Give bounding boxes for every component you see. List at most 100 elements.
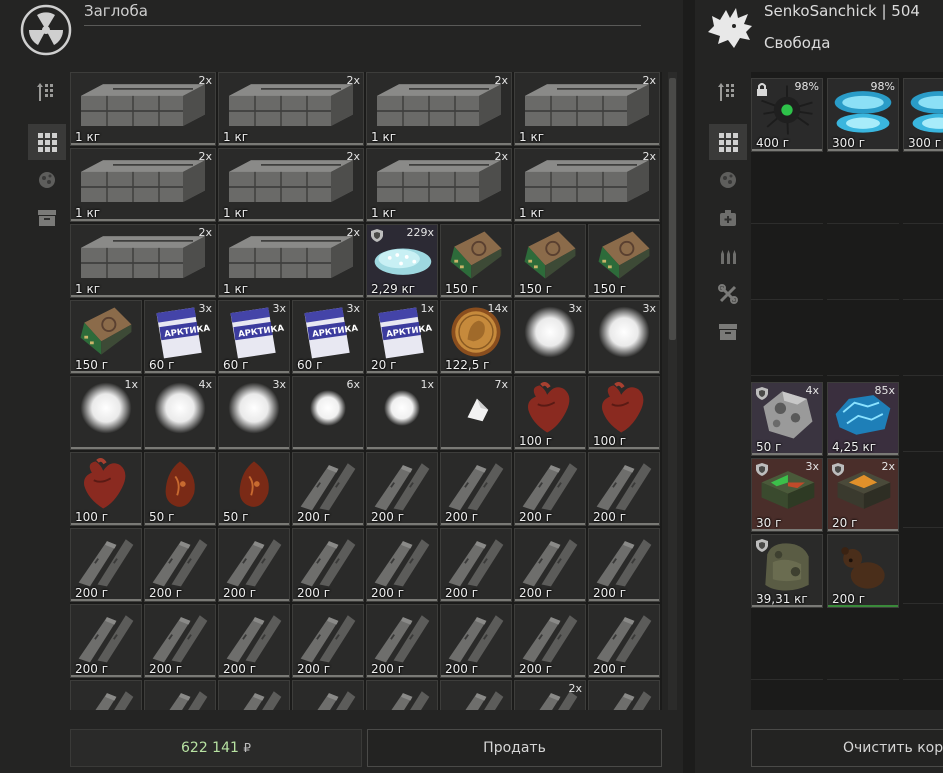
inventory-item[interactable]: 200 г: [440, 452, 512, 526]
inventory-item[interactable]: 2x 1 кг: [70, 148, 216, 222]
inventory-item[interactable]: 2x 1 кг: [514, 148, 660, 222]
inventory-item[interactable]: 4x: [144, 376, 216, 450]
empty-slot[interactable]: [827, 148, 899, 224]
inventory-item[interactable]: 200 г: [366, 528, 438, 602]
cart-item[interactable]: 98% 300 г: [827, 78, 899, 152]
cart-item[interactable]: 200 г: [827, 534, 899, 608]
inventory-item[interactable]: [440, 680, 512, 710]
empty-slot[interactable]: [751, 300, 823, 376]
empty-slot[interactable]: [903, 148, 943, 224]
inventory-item[interactable]: 2x 1 кг: [366, 148, 512, 222]
inventory-item[interactable]: 2x 1 кг: [218, 148, 364, 222]
inventory-item[interactable]: 200 г: [218, 528, 290, 602]
inventory-item[interactable]: 100 г: [70, 452, 142, 526]
inventory-item[interactable]: 2x 1 кг: [366, 72, 512, 146]
empty-slot[interactable]: [827, 604, 899, 680]
inventory-item[interactable]: 200 г: [588, 604, 660, 678]
inventory-item[interactable]: 50 г: [218, 452, 290, 526]
trader-inventory-scrollbar[interactable]: [668, 72, 677, 710]
inventory-item[interactable]: АРКТИКА 3x 60 г: [144, 300, 216, 374]
inventory-item[interactable]: АРКТИКА 3x 60 г: [218, 300, 290, 374]
cart-item[interactable]: 2x 20 г: [827, 458, 899, 532]
inventory-item[interactable]: 50 г: [144, 452, 216, 526]
empty-slot[interactable]: [827, 300, 899, 376]
inventory-item[interactable]: 2x 1 кг: [70, 72, 216, 146]
inventory-item[interactable]: 200 г: [218, 604, 290, 678]
inventory-item[interactable]: 200 г: [70, 528, 142, 602]
inventory-item[interactable]: 1x: [366, 376, 438, 450]
inventory-item[interactable]: 2x 1 кг: [70, 224, 216, 298]
inventory-item[interactable]: 200 г: [292, 452, 364, 526]
grid-view-button[interactable]: [709, 124, 747, 160]
grid-view-button[interactable]: [28, 124, 66, 160]
inventory-item[interactable]: 200 г: [588, 528, 660, 602]
cart-item[interactable]: 300 г: [903, 78, 943, 152]
empty-slot[interactable]: [903, 680, 943, 710]
empty-slot[interactable]: [751, 680, 823, 710]
cart-item[interactable]: 3x 30 г: [751, 458, 823, 532]
inventory-item[interactable]: 150 г: [514, 224, 586, 298]
inventory-item[interactable]: [292, 680, 364, 710]
inventory-item[interactable]: 200 г: [440, 528, 512, 602]
inventory-item[interactable]: 200 г: [70, 680, 142, 710]
clear-cart-button[interactable]: Очистить корзину: [751, 729, 943, 767]
medicine-filter-button[interactable]: [709, 200, 747, 236]
inventory-item[interactable]: 3x: [218, 376, 290, 450]
empty-slot[interactable]: [827, 680, 899, 710]
inventory-item[interactable]: 229x 2,29 кг: [366, 224, 438, 298]
empty-slot[interactable]: [827, 224, 899, 300]
empty-slot[interactable]: [751, 604, 823, 680]
inventory-item[interactable]: 150 г: [440, 224, 512, 298]
inventory-item[interactable]: 2x 1 кг: [218, 224, 364, 298]
inventory-item[interactable]: 200 г: [514, 604, 586, 678]
inventory-item[interactable]: 7x: [440, 376, 512, 450]
inventory-item[interactable]: [366, 680, 438, 710]
sort-button[interactable]: [28, 74, 66, 110]
inventory-item[interactable]: АРКТИКА 1x 20 г: [366, 300, 438, 374]
empty-slot[interactable]: [903, 528, 943, 604]
inventory-item[interactable]: 3x: [588, 300, 660, 374]
cart-item[interactable]: 98% 400 г: [751, 78, 823, 152]
inventory-item[interactable]: 200 г: [514, 452, 586, 526]
inventory-item[interactable]: 200 г: [144, 528, 216, 602]
inventory-item[interactable]: 200 г: [366, 604, 438, 678]
inventory-item[interactable]: 14x 122,5 г: [440, 300, 512, 374]
inventory-item[interactable]: АРКТИКА 3x 60 г: [292, 300, 364, 374]
empty-slot[interactable]: [751, 224, 823, 300]
inventory-item[interactable]: [588, 680, 660, 710]
cart-item[interactable]: 4x 50 г: [751, 382, 823, 456]
inventory-item[interactable]: 2x 1 кг: [514, 72, 660, 146]
inventory-item[interactable]: [218, 680, 290, 710]
inventory-item[interactable]: 3x: [514, 300, 586, 374]
inventory-item[interactable]: 150 г: [588, 224, 660, 298]
empty-slot[interactable]: [903, 604, 943, 680]
empty-slot[interactable]: [903, 452, 943, 528]
inventory-item[interactable]: 200 г: [292, 604, 364, 678]
empty-slot[interactable]: [903, 300, 943, 376]
inventory-item[interactable]: 200 г: [144, 680, 216, 710]
misc-filter-button[interactable]: [28, 200, 66, 236]
inventory-item[interactable]: 1x: [70, 376, 142, 450]
inventory-item[interactable]: 200 г: [440, 604, 512, 678]
cart-item[interactable]: 39,31 кг: [751, 534, 823, 608]
tools-filter-button[interactable]: [709, 276, 747, 312]
sort-button[interactable]: [709, 74, 747, 110]
empty-slot[interactable]: [903, 376, 943, 452]
inventory-item[interactable]: 6x: [292, 376, 364, 450]
inventory-item[interactable]: 200 г: [514, 528, 586, 602]
empty-slot[interactable]: [903, 224, 943, 300]
artifacts-filter-button[interactable]: [28, 162, 66, 198]
inventory-item[interactable]: 200 г: [144, 604, 216, 678]
inventory-item[interactable]: 2x 1 кг: [218, 72, 364, 146]
artifacts-filter-button[interactable]: [709, 162, 747, 198]
inventory-item[interactable]: 200 г: [292, 528, 364, 602]
ammo-filter-button[interactable]: [709, 238, 747, 274]
inventory-item[interactable]: 200 г: [588, 452, 660, 526]
inventory-item[interactable]: 150 г: [70, 300, 142, 374]
cart-item[interactable]: 85x 4,25 кг: [827, 382, 899, 456]
inventory-item[interactable]: 2x: [514, 680, 586, 710]
inventory-item[interactable]: 100 г: [514, 376, 586, 450]
misc-filter-button[interactable]: [709, 314, 747, 350]
sell-button[interactable]: Продать: [367, 729, 662, 767]
inventory-item[interactable]: 200 г: [70, 604, 142, 678]
